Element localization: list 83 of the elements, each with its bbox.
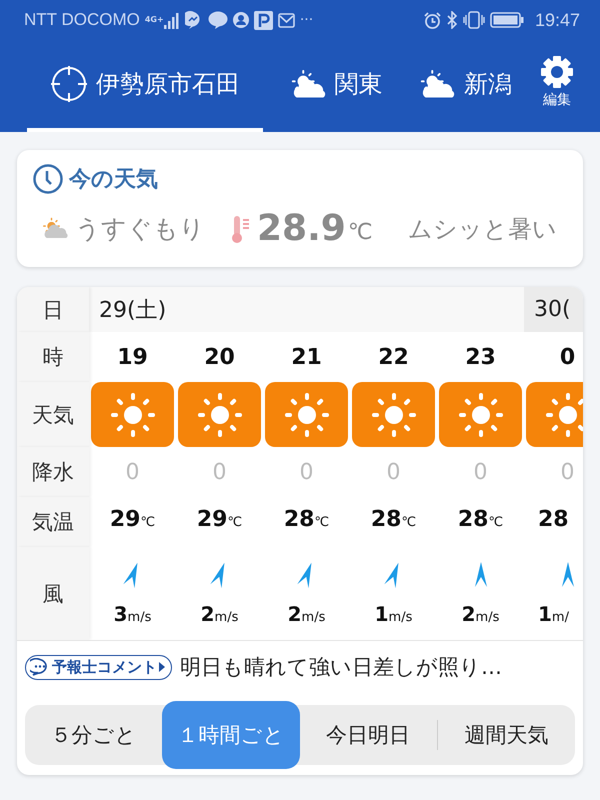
hour-cell-text: 19: [116, 344, 149, 372]
temperature-cell: 29: [110, 507, 140, 532]
row-label: 風: [17, 547, 89, 640]
precipitation-cell-text: 0: [212, 458, 228, 486]
feel-description: ムシッと暑い: [408, 214, 557, 244]
precipitation-cell-text: 0: [386, 458, 402, 486]
temperature-cell: 28: [458, 507, 488, 532]
clock-icon: [33, 164, 63, 194]
temperature-cell: 28: [538, 507, 569, 532]
wind-speed: 1: [374, 602, 389, 626]
clock-time: 19:47: [534, 10, 580, 30]
more-notifications: ···: [300, 12, 314, 28]
row-label: 気温: [17, 497, 89, 547]
mail-icon: [278, 12, 295, 28]
weather-condition: うすぐもり: [75, 213, 205, 245]
chat-bubble-icon: [208, 11, 228, 29]
date-cell: 30(: [524, 287, 583, 332]
temperature-unit: ℃: [314, 515, 330, 530]
view-mode-tab[interactable]: ５分ごと: [25, 705, 162, 765]
date-cell: 29(土): [89, 287, 524, 332]
view-mode-tab[interactable]: 週間天気: [438, 705, 575, 765]
wind-speed: 3: [114, 602, 128, 626]
wind-unit: m/s: [476, 610, 500, 625]
wind-speed: 2: [288, 602, 302, 626]
temperature-unit: ℃: [488, 515, 504, 530]
speech-bubble-icon: [30, 658, 50, 676]
temperature-unit: ℃: [140, 515, 156, 530]
sun-icon: [196, 390, 244, 438]
temperature-cell: 29: [196, 507, 228, 532]
temperature-cell: 28: [284, 507, 314, 532]
edit-button[interactable]: 編集: [532, 40, 582, 132]
temperature-unit: ℃: [228, 515, 242, 530]
hour-cell-text: 22: [377, 344, 410, 372]
person-icon: [232, 12, 249, 28]
row-label: 日: [17, 287, 89, 332]
carrier-name: NTT DOCOMO: [24, 10, 140, 30]
temperature-unit: ℃: [348, 220, 373, 245]
precipitation-cell-text: 0: [298, 458, 314, 486]
wind-speed: 2: [462, 602, 476, 626]
wind-unit: m/s: [128, 610, 152, 625]
hour-cell-text: 23: [464, 344, 497, 372]
wind-speed: 2: [200, 602, 215, 626]
battery-icon: [490, 12, 524, 28]
vibrate-icon: [462, 11, 485, 29]
crosshair-icon: [50, 65, 88, 103]
cloud-sun-icon: [418, 68, 456, 100]
temperature-cell: 28: [370, 507, 402, 532]
thermometer-icon: [231, 214, 251, 244]
sun-icon: [544, 390, 583, 438]
precipitation-cell-text: 0: [124, 458, 140, 486]
forecaster-comment: 明日も晴れて強い日差しが照り…: [180, 654, 502, 681]
temperature-value: 28.9: [257, 208, 346, 249]
precipitation-cell-text: 0: [560, 458, 576, 486]
bluetooth-icon: [446, 11, 458, 29]
location-tab[interactable]: 新潟: [408, 40, 532, 132]
sun-icon: [370, 390, 418, 438]
row-label: 降水: [17, 447, 89, 497]
signal-icon: [164, 11, 180, 29]
alarm-icon: [424, 12, 441, 28]
wind-unit: m/s: [302, 610, 326, 625]
precipitation-cell-text: 0: [472, 458, 488, 486]
caret-icon: [159, 662, 165, 672]
hour-cell-text: 20: [203, 344, 236, 372]
wind-unit: m/s: [388, 610, 412, 625]
payment-icon: [254, 10, 273, 30]
wind-speed: 1: [538, 602, 552, 626]
wind-unit: m/: [552, 610, 569, 625]
location-tab[interactable]: 伊勢原市石田: [27, 40, 263, 132]
section-title: 今の天気: [69, 166, 158, 194]
wind-unit: m/s: [214, 610, 238, 625]
cloud-sun-icon: [41, 217, 69, 240]
sun-icon: [282, 390, 330, 438]
forecaster-comment-badge[interactable]: 予報士コメント: [25, 654, 172, 680]
hour-cell-text: 0: [558, 344, 576, 372]
sun-icon: [456, 390, 504, 438]
view-mode-tab[interactable]: 今日明日: [300, 705, 437, 765]
hour-cell-text: 21: [290, 344, 323, 372]
sun-icon: [108, 390, 156, 438]
row-label: 天気: [17, 382, 89, 447]
gear-icon: [540, 54, 574, 88]
row-label: 時: [17, 332, 89, 382]
temperature-unit: ℃: [402, 515, 416, 530]
location-tab[interactable]: 関東: [263, 40, 408, 132]
